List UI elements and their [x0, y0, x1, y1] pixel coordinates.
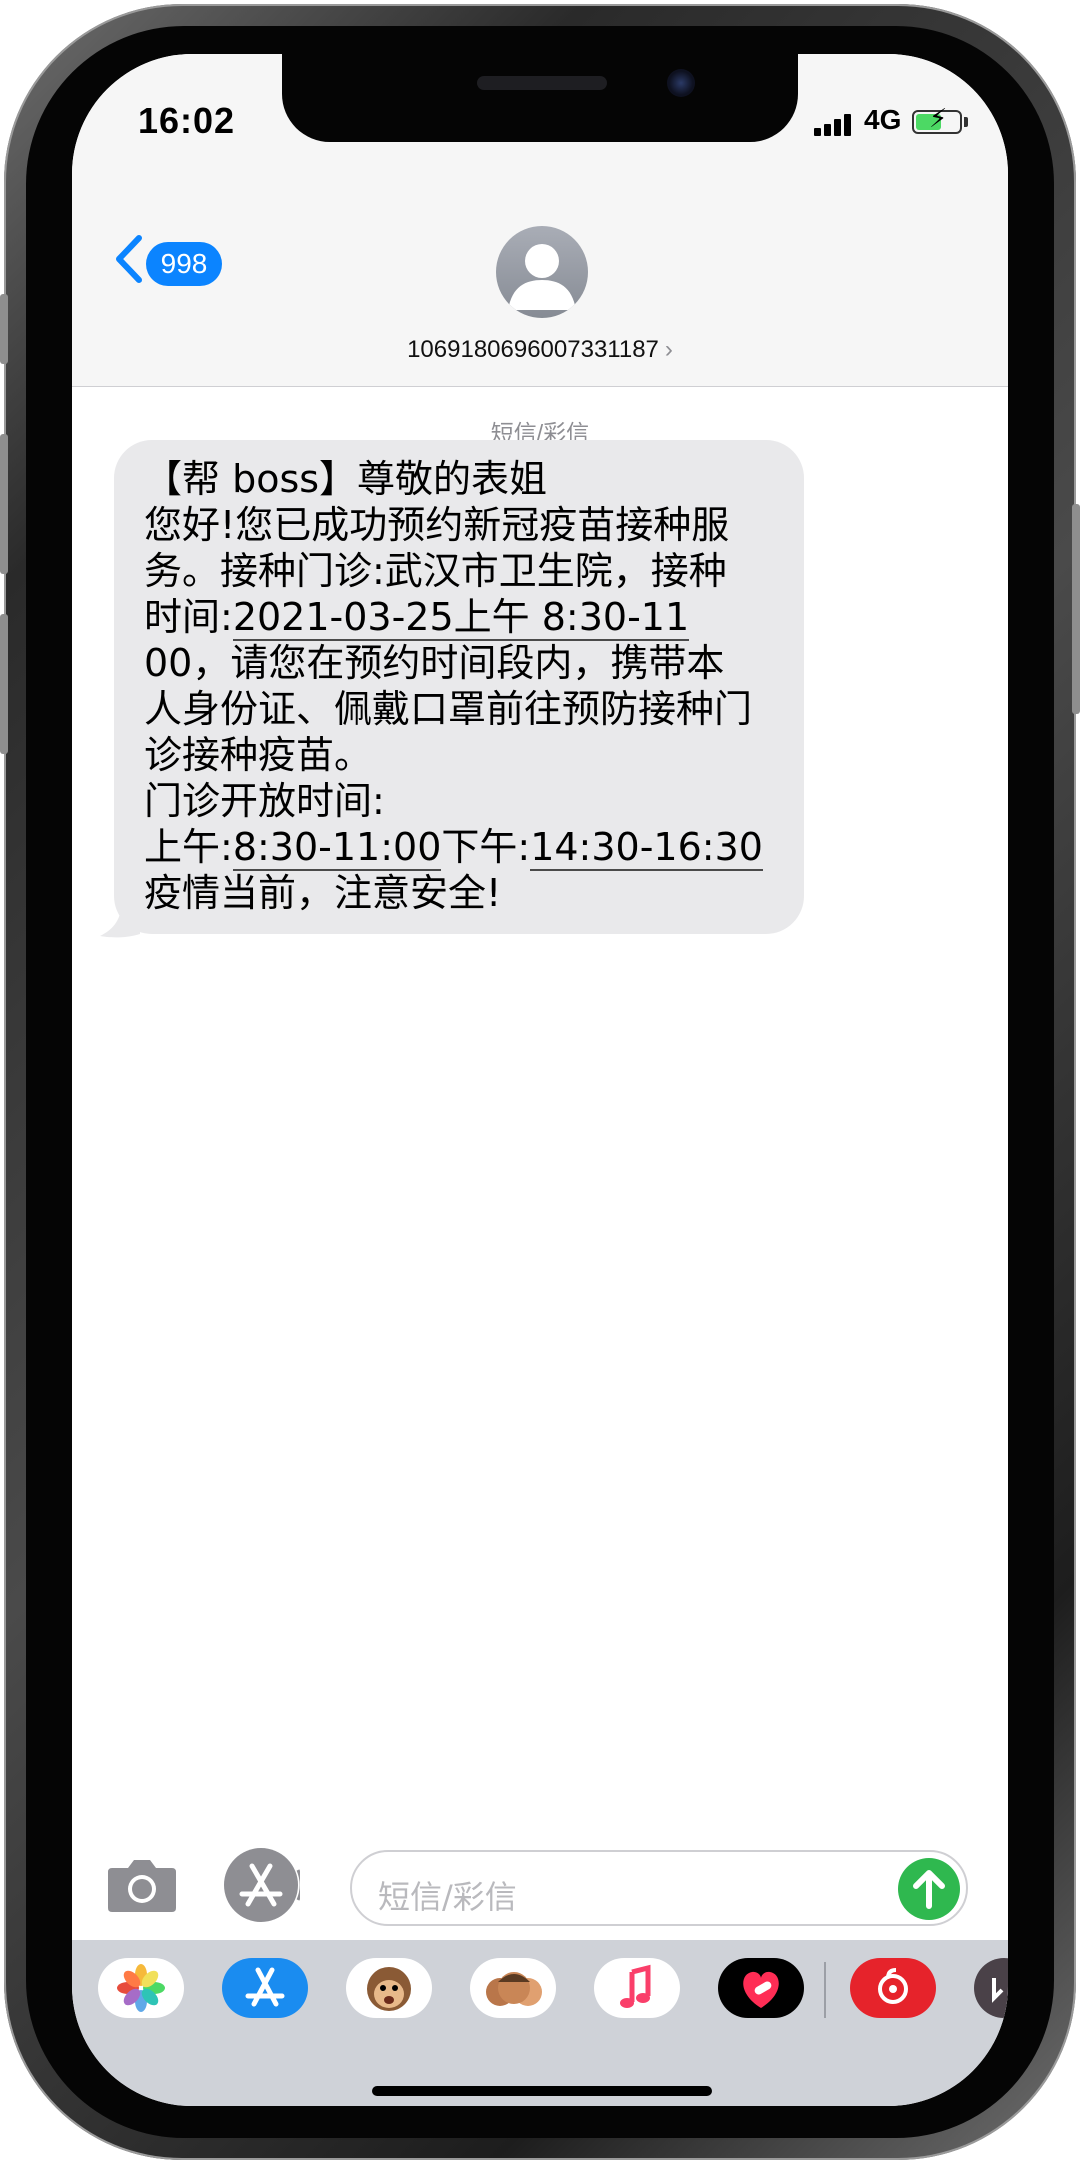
arrow-up-icon	[913, 1870, 945, 1909]
send-button[interactable]	[898, 1858, 960, 1920]
back-unread-badge[interactable]: 998	[146, 242, 222, 286]
status-time: 16:02	[138, 100, 236, 141]
app-store-app-icon[interactable]	[222, 1958, 308, 2018]
time-link-afternoon[interactable]: 14:30-16:30	[530, 825, 763, 871]
message-text: 时间:	[144, 595, 233, 639]
person-icon	[508, 244, 576, 310]
earpiece-speaker	[477, 76, 607, 90]
contact-avatar[interactable]	[496, 226, 588, 318]
message-bubble[interactable]: 【帮 boss】尊敬的表姐 您好!您已成功预约新冠疫苗接种服 务。接种门诊:武汉…	[114, 440, 804, 934]
notch	[282, 54, 798, 142]
camera-icon[interactable]	[106, 1854, 178, 1914]
message-line: 人身份证、佩戴口罩前往预防接种门	[144, 687, 753, 731]
compose-field[interactable]: 短信/彩信	[350, 1850, 968, 1926]
netease-music-app-icon[interactable]	[850, 1958, 936, 2018]
conversation-header: 998 1069180696007331187 ›	[72, 166, 1008, 387]
animoji-app-icon[interactable]	[346, 1958, 432, 2018]
app-store-icon[interactable]	[222, 1846, 300, 1924]
compose-placeholder: 短信/彩信	[378, 1878, 517, 1916]
more-apps-icon[interactable]	[974, 1958, 1008, 2018]
contact-name-row[interactable]: 1069180696007331187 ›	[72, 336, 1008, 364]
contact-details-chevron-icon: ›	[664, 336, 673, 363]
front-camera	[667, 69, 695, 97]
battery-tip	[964, 117, 968, 127]
message-line: 上午:8:30-11:00下午:14:30-16:30	[144, 824, 782, 871]
date-link[interactable]: 2021-03-25上午 8:30-11	[232, 595, 690, 641]
music-app-icon[interactable]	[594, 1958, 680, 2018]
message-text: 下午:	[441, 825, 531, 869]
heart-app-icon[interactable]	[718, 1958, 804, 2018]
home-indicator	[372, 2086, 712, 2096]
mute-switch	[0, 294, 8, 364]
imessage-app-drawer	[72, 1940, 1008, 2106]
charging-bolt-icon: ⚡	[929, 103, 948, 133]
message-text: 上午:	[144, 825, 233, 869]
signal-strength-icon	[814, 114, 852, 136]
message-line: 门诊开放时间:	[144, 779, 385, 823]
time-link-morning[interactable]: 8:30-11:00	[232, 825, 442, 871]
chevron-left-icon[interactable]	[112, 234, 146, 284]
screen: 16:02 4G ⚡ 998 1069180696007331187 › 短信/…	[72, 54, 1008, 2106]
message-line: 诊接种疫苗。	[144, 733, 373, 777]
message-line: 00，请您在预约时间段内，携带本	[144, 641, 725, 685]
photos-app-icon[interactable]	[98, 1958, 184, 2018]
power-button	[1072, 504, 1080, 714]
memoji-app-icon[interactable]	[470, 1958, 556, 2018]
contact-number: 1069180696007331187	[407, 336, 659, 363]
message-line: 【帮 boss】尊敬的表姐	[144, 457, 548, 501]
message-line: 时间:2021-03-25上午 8:30-11	[144, 594, 782, 641]
volume-up-button	[0, 434, 8, 574]
message-line: 您好!您已成功预约新冠疫苗接种服	[144, 503, 730, 547]
volume-down-button	[0, 614, 8, 754]
network-type: 4G	[864, 104, 902, 135]
drawer-divider	[824, 1962, 826, 2018]
message-line: 疫情当前，注意安全!	[144, 871, 502, 915]
message-line: 务。接种门诊:武汉市卫生院，接种	[144, 549, 727, 593]
